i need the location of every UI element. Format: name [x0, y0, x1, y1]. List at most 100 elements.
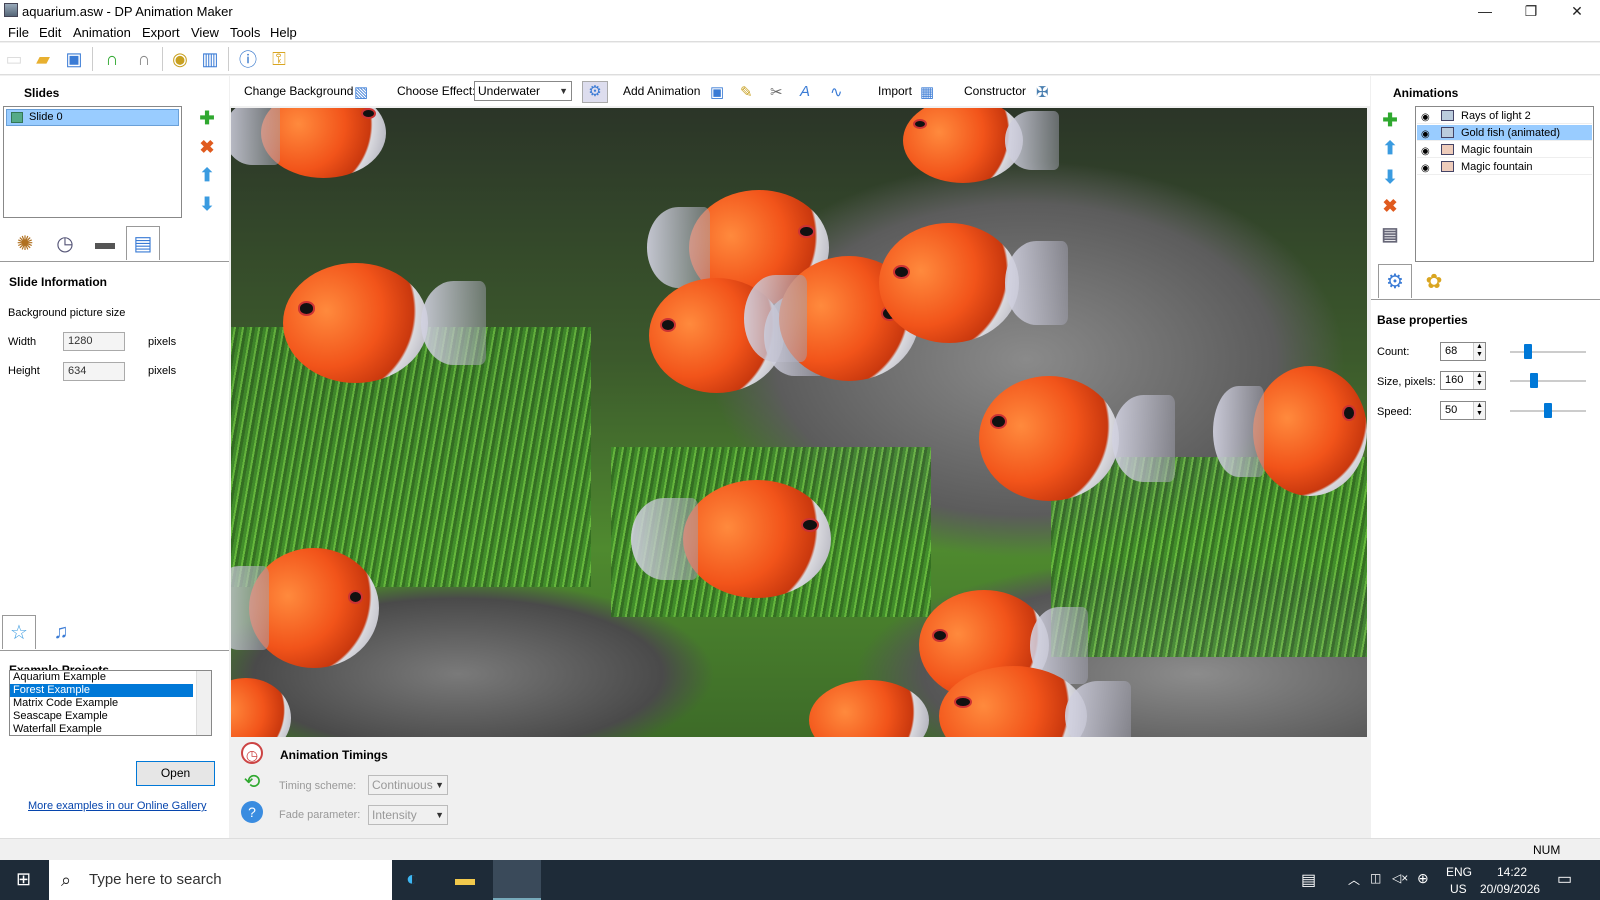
add-animation-icon[interactable]: ✚: [1379, 110, 1401, 131]
new-file-icon[interactable]: ▭: [2, 47, 26, 71]
add-path-animation-icon[interactable]: ∿: [830, 83, 843, 101]
undo-icon[interactable]: ∩: [100, 47, 124, 71]
list-item[interactable]: Aquarium Example: [10, 671, 211, 684]
tab-palette-icon[interactable]: ✿: [1417, 264, 1451, 298]
tab-camera-icon[interactable]: ▬: [88, 226, 122, 260]
slider-thumb[interactable]: [1524, 344, 1532, 359]
open-folder-icon[interactable]: ▰: [31, 47, 55, 71]
move-animation-up-icon[interactable]: ⬆: [1379, 138, 1401, 159]
menu-view[interactable]: View: [191, 25, 219, 40]
slides-list[interactable]: Slide 0: [3, 106, 182, 218]
tab-settings-gear-icon[interactable]: ⚙: [1378, 264, 1412, 298]
minimize-button[interactable]: —: [1462, 0, 1508, 22]
size-stepper[interactable]: 160 ▲ ▼: [1440, 371, 1486, 390]
examples-scrollbar[interactable]: [196, 671, 211, 735]
list-item[interactable]: Waterfall Example: [10, 723, 211, 735]
change-background-button[interactable]: Change Background: [244, 84, 353, 98]
edge-browser-icon[interactable]: ◐: [406, 868, 418, 891]
add-effect-animation-icon[interactable]: ✂: [770, 83, 783, 101]
export-icon[interactable]: ▥: [198, 47, 222, 71]
gallery-link[interactable]: More examples in our Online Gallery: [28, 800, 207, 812]
count-slider[interactable]: [1510, 344, 1586, 359]
menu-export[interactable]: Export: [142, 25, 180, 40]
list-item[interactable]: ◉ Gold fish (animated): [1417, 125, 1592, 141]
slider-thumb[interactable]: [1544, 403, 1552, 418]
slide-item[interactable]: Slide 0: [6, 109, 179, 126]
taskbar-search[interactable]: ⌕ Type here to search: [49, 860, 392, 900]
timing-scheme-select[interactable]: Continuous ▼: [368, 775, 448, 795]
list-item[interactable]: ◉ Rays of light 2: [1417, 108, 1592, 124]
restore-button[interactable]: ❐: [1508, 0, 1554, 22]
slider-thumb[interactable]: [1530, 373, 1538, 388]
help-icon[interactable]: ?: [241, 801, 263, 823]
visibility-eye-icon[interactable]: ◉: [1421, 110, 1430, 126]
info-icon[interactable]: ⓘ: [236, 47, 260, 71]
notification-panel-icon[interactable]: ▤: [1301, 870, 1316, 890]
preview-eye-icon[interactable]: ◉: [168, 47, 192, 71]
region-indicator[interactable]: US: [1450, 882, 1467, 896]
tab-music-icon[interactable]: ♫: [44, 615, 78, 649]
add-text-animation-icon[interactable]: A: [800, 83, 810, 100]
list-item[interactable]: ◉ Magic fountain: [1417, 159, 1592, 175]
add-brush-animation-icon[interactable]: ✎: [740, 83, 753, 101]
menu-file[interactable]: File: [8, 25, 29, 40]
menu-tools[interactable]: Tools: [230, 25, 260, 40]
tab-slide-info-icon[interactable]: ▤: [126, 226, 160, 260]
dp-animation-maker-taskbar-button[interactable]: [493, 860, 541, 900]
effect-settings-icon[interactable]: ⚙: [582, 81, 608, 103]
fade-parameter-select[interactable]: Intensity ▼: [368, 805, 448, 825]
add-image-animation-icon[interactable]: ▣: [710, 83, 724, 101]
visibility-eye-icon[interactable]: ◉: [1421, 161, 1430, 177]
clock-date[interactable]: 20/09/2026: [1480, 882, 1540, 896]
language-indicator[interactable]: ENG: [1446, 865, 1472, 879]
constructor-tools-icon[interactable]: ✠: [1036, 83, 1049, 101]
volume-muted-icon[interactable]: ◁×: [1392, 871, 1408, 885]
examples-list[interactable]: Aquarium Example Forest Example Matrix C…: [9, 670, 212, 736]
spin-arrows-icon[interactable]: ▲ ▼: [1473, 372, 1485, 389]
close-button[interactable]: ✕: [1554, 0, 1600, 22]
move-slide-down-icon[interactable]: ⬇: [196, 194, 218, 215]
constructor-button[interactable]: Constructor: [964, 84, 1026, 98]
background-image-icon[interactable]: ▧: [354, 83, 368, 101]
height-field[interactable]: 634: [63, 362, 125, 381]
tab-effects-icon[interactable]: ✺: [8, 226, 42, 260]
visibility-eye-icon[interactable]: ◉: [1421, 144, 1430, 160]
redo-icon[interactable]: ∩: [132, 47, 156, 71]
menu-edit[interactable]: Edit: [39, 25, 61, 40]
action-center-icon[interactable]: ▭: [1557, 869, 1572, 889]
menu-help[interactable]: Help: [270, 25, 297, 40]
add-slide-icon[interactable]: ✚: [196, 108, 218, 129]
animation-properties-icon[interactable]: ▤: [1379, 224, 1401, 245]
windows-start-icon[interactable]: ⊞: [16, 869, 31, 890]
import-button[interactable]: Import: [878, 84, 912, 98]
move-animation-down-icon[interactable]: ⬇: [1379, 167, 1401, 188]
file-explorer-icon[interactable]: ▬: [455, 868, 475, 891]
visibility-eye-icon[interactable]: ◉: [1421, 127, 1430, 143]
delete-slide-icon[interactable]: ✖: [196, 137, 218, 158]
key-icon[interactable]: ⚿: [267, 47, 291, 71]
spin-arrows-icon[interactable]: ▲ ▼: [1473, 343, 1485, 360]
import-icon[interactable]: ▦: [920, 83, 934, 101]
animations-list[interactable]: ◉ Rays of light 2 ◉ Gold fish (animated)…: [1415, 106, 1594, 262]
list-item[interactable]: Seascape Example: [10, 710, 211, 723]
tab-timing-clock-icon[interactable]: ◷: [48, 226, 82, 260]
list-item[interactable]: Matrix Code Example: [10, 697, 211, 710]
move-slide-up-icon[interactable]: ⬆: [196, 165, 218, 186]
speed-stepper[interactable]: 50 ▲ ▼: [1440, 401, 1486, 420]
delete-animation-icon[interactable]: ✖: [1379, 196, 1401, 217]
network-globe-icon[interactable]: ⊕: [1417, 870, 1429, 887]
spin-arrows-icon[interactable]: ▲ ▼: [1473, 402, 1485, 419]
list-item[interactable]: Forest Example: [10, 684, 193, 697]
webcam-icon[interactable]: ◫: [1370, 871, 1381, 885]
tray-chevron-icon[interactable]: ︿: [1348, 871, 1360, 888]
animation-canvas[interactable]: [231, 108, 1367, 737]
list-item[interactable]: ◉ Magic fountain: [1417, 142, 1592, 158]
save-icon[interactable]: ▣: [62, 47, 86, 71]
width-field[interactable]: 1280: [63, 332, 125, 351]
speed-slider[interactable]: [1510, 403, 1586, 418]
size-slider[interactable]: [1510, 373, 1586, 388]
effect-select[interactable]: Underwater ▼: [474, 81, 572, 101]
count-stepper[interactable]: 68 ▲ ▼: [1440, 342, 1486, 361]
refresh-icon[interactable]: ⟲: [241, 771, 263, 793]
menu-animation[interactable]: Animation: [73, 25, 131, 40]
